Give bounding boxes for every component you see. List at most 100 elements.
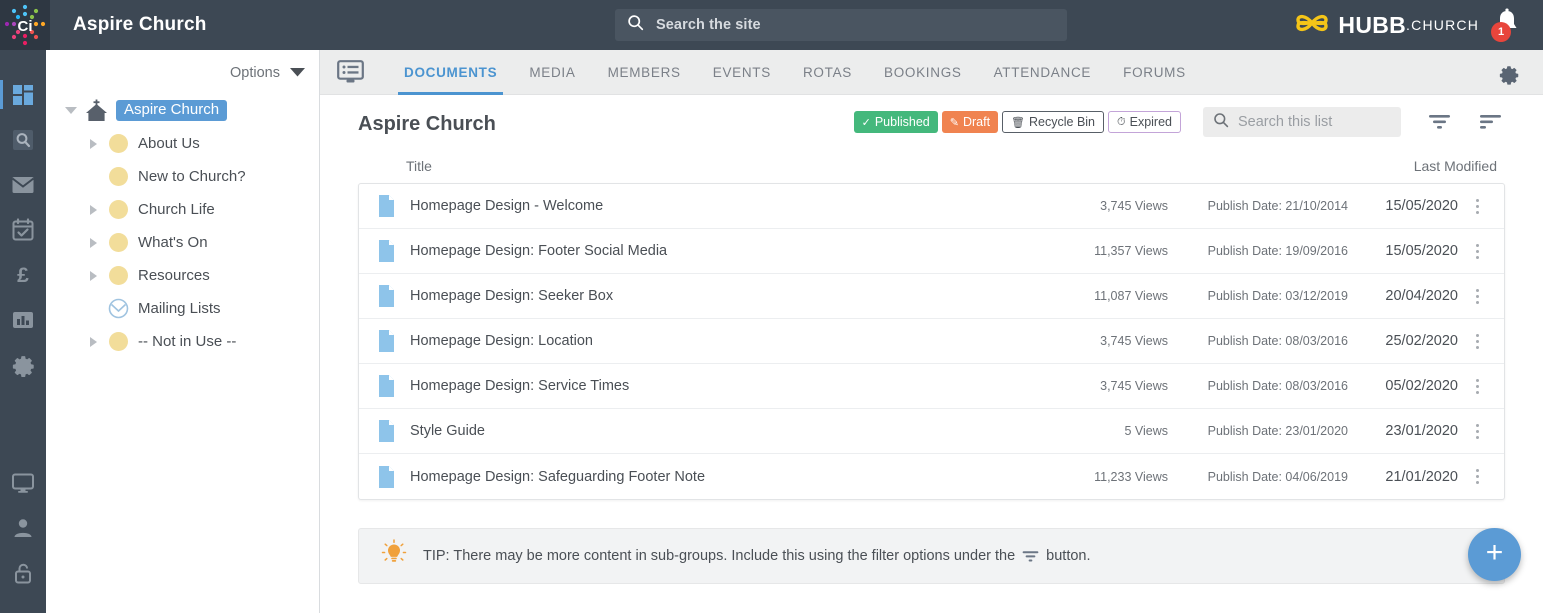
brand-name: HUBB	[1338, 11, 1407, 38]
rail-item-logout[interactable]	[0, 550, 46, 595]
row-menu-button[interactable]	[1458, 242, 1496, 260]
filter-pill-label: Published	[874, 115, 930, 129]
tree-list: Aspire Church About Us New to Church? Ch…	[46, 88, 319, 358]
tab-rotas[interactable]: ROTAS	[787, 50, 868, 95]
tree-caret-right-icon[interactable]	[82, 138, 104, 149]
tree-node-label: Mailing Lists	[138, 300, 221, 317]
document-last-modified: 15/05/2020	[1385, 243, 1458, 259]
lightbulb-icon	[381, 538, 407, 574]
tree-node-aspire-church[interactable]: Aspire Church	[46, 94, 319, 127]
tab-media[interactable]: MEDIA	[513, 50, 591, 95]
document-publish-date: Publish Date: 04/06/2019	[1207, 469, 1348, 484]
monitor-icon	[12, 473, 34, 493]
table-row[interactable]: Homepage Design: Service Times 3,745 Vie…	[359, 364, 1504, 409]
tab-bookings[interactable]: BOOKINGS	[868, 50, 978, 95]
list-toolbar: ✓ Published ✎ Draft 🗑 Recycle Bin ⏱ Expi…	[853, 107, 1503, 137]
notifications-button[interactable]: 1	[1491, 8, 1529, 42]
tree-caret-right-icon[interactable]	[82, 204, 104, 215]
ci-logo-icon[interactable]: Ci	[0, 0, 50, 50]
tree-node-label: Resources	[138, 267, 210, 284]
rail-item-dashboard[interactable]	[0, 72, 46, 117]
rail-item-mail[interactable]	[0, 162, 46, 207]
tree-caret-right-icon[interactable]	[82, 237, 104, 248]
rail-item-account[interactable]	[0, 505, 46, 550]
row-menu-button[interactable]	[1458, 468, 1496, 486]
document-last-modified: 15/05/2020	[1385, 198, 1458, 214]
document-last-modified: 20/04/2020	[1385, 288, 1458, 304]
tree-node-resources[interactable]: Resources	[46, 259, 319, 292]
tab-label: BOOKINGS	[883, 64, 962, 80]
settings-gear-button[interactable]	[1497, 62, 1521, 91]
search-icon	[627, 14, 644, 36]
tree-node-label: -- Not in Use --	[138, 333, 237, 350]
tree-node-about-us[interactable]: About Us	[46, 127, 319, 160]
filter-button[interactable]	[1427, 112, 1452, 132]
row-menu-button[interactable]	[1458, 287, 1496, 305]
rail-item-reports[interactable]	[0, 297, 46, 342]
site-search-input[interactable]: Search the site	[615, 9, 1067, 41]
tree-node-not-in-use[interactable]: -- Not in Use --	[46, 325, 319, 358]
rail-item-website[interactable]	[0, 460, 46, 505]
row-menu-button[interactable]	[1458, 197, 1496, 215]
top-bar: Ci Aspire Church Search the site HUBB .C…	[0, 0, 1543, 50]
rail-item-search[interactable]	[0, 117, 46, 162]
row-menu-button[interactable]	[1458, 422, 1496, 440]
table-row[interactable]: Style Guide 5 Views Publish Date: 23/01/…	[359, 409, 1504, 454]
document-publish-date: Publish Date: 23/01/2020	[1207, 424, 1348, 438]
check-icon: ✓	[861, 116, 871, 129]
filter-pill-expired[interactable]: ⏱ Expired	[1108, 111, 1181, 133]
rail-item-settings[interactable]	[0, 342, 46, 387]
table-row[interactable]: Homepage Design: Location 3,745 Views Pu…	[359, 319, 1504, 364]
document-last-modified: 25/02/2020	[1385, 333, 1458, 349]
tree-node-label: Aspire Church	[116, 100, 228, 121]
tree-caret-right-icon[interactable]	[82, 336, 104, 347]
tree-node-new-to-church[interactable]: New to Church?	[46, 160, 319, 193]
tree-caret-right-icon[interactable]	[82, 270, 104, 281]
filter-icon	[1429, 115, 1450, 129]
rail-item-calendar[interactable]	[0, 207, 46, 252]
tab-events[interactable]: EVENTS	[697, 50, 787, 95]
filter-pill-draft[interactable]: ✎ Draft	[941, 111, 999, 133]
rail-item-giving[interactable]: £	[0, 252, 46, 297]
dashboard-icon	[13, 84, 33, 105]
document-icon	[377, 194, 396, 218]
sort-button[interactable]	[1478, 112, 1503, 132]
tab-forums[interactable]: FORUMS	[1107, 50, 1202, 95]
document-publish-date: Publish Date: 08/03/2016	[1207, 334, 1348, 348]
filter-pill-label: Recycle Bin	[1029, 115, 1096, 129]
tab-attendance[interactable]: ATTENDANCE	[978, 50, 1108, 95]
notification-count-badge: 1	[1491, 22, 1511, 42]
tree-caret-down-icon[interactable]	[60, 107, 82, 114]
tab-documents[interactable]: DOCUMENTS	[388, 50, 513, 95]
tree-options-label: Options	[230, 65, 280, 81]
tree-node-whats-on[interactable]: What's On	[46, 226, 319, 259]
table-row[interactable]: Homepage Design: Footer Social Media 11,…	[359, 229, 1504, 274]
site-search-placeholder: Search the site	[656, 17, 761, 33]
document-views: 3,745 Views	[1100, 334, 1168, 348]
search-icon	[1213, 112, 1229, 133]
document-views: 3,745 Views	[1100, 379, 1168, 393]
plus-icon: +	[1485, 536, 1504, 569]
filter-pill-published[interactable]: ✓ Published	[853, 111, 938, 133]
tab-members[interactable]: MEMBERS	[592, 50, 697, 95]
table-row[interactable]: Homepage Design - Welcome 3,745 Views Pu…	[359, 184, 1504, 229]
table-row[interactable]: Homepage Design: Seeker Box 11,087 Views…	[359, 274, 1504, 319]
site-tree-panel: Options Aspire Church About Us New to Ch…	[46, 50, 320, 613]
filter-pill-recycle-bin[interactable]: 🗑 Recycle Bin	[1002, 111, 1105, 133]
document-views: 11,357 Views	[1094, 244, 1168, 258]
table-row[interactable]: Homepage Design: Safeguarding Footer Not…	[359, 454, 1504, 499]
gear-icon	[1499, 66, 1519, 85]
tree-node-church-life[interactable]: Church Life	[46, 193, 319, 226]
trash-icon: 🗑	[1011, 116, 1026, 129]
add-document-button[interactable]: +	[1468, 528, 1521, 581]
tree-node-mailing-lists[interactable]: Mailing Lists	[46, 292, 319, 325]
row-menu-button[interactable]	[1458, 377, 1496, 395]
list-search-input[interactable]: Search this list	[1203, 107, 1401, 137]
tree-options-button[interactable]: Options	[46, 50, 319, 88]
document-title: Homepage Design: Footer Social Media	[410, 243, 668, 259]
document-icon	[377, 329, 396, 353]
list-view-icon[interactable]	[337, 60, 364, 84]
document-title: Style Guide	[410, 423, 485, 439]
tree-node-label: About Us	[138, 135, 200, 152]
row-menu-button[interactable]	[1458, 332, 1496, 350]
